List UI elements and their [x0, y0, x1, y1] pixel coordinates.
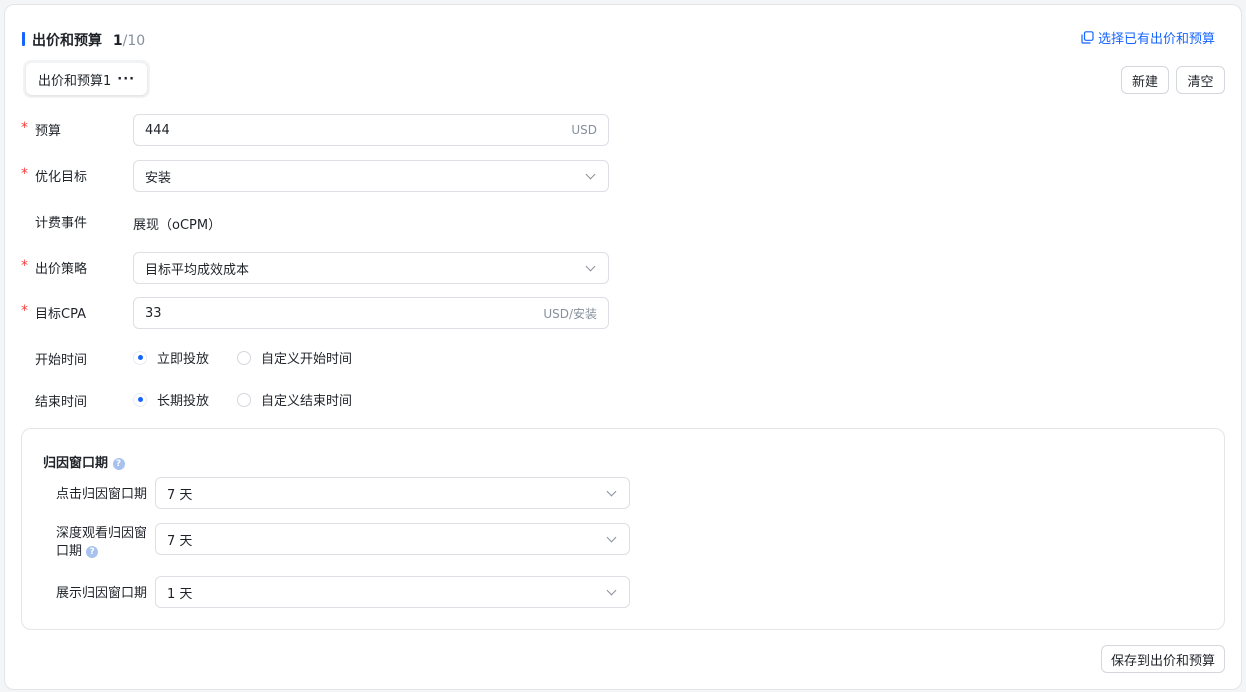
start-time-radio-group: 立即投放 自定义开始时间 [133, 348, 352, 367]
target-cpa-unit: USD/安装 [543, 306, 597, 321]
attribution-window-panel: 归因窗口期 ? 点击归因窗口期 7 天 深度观看归因窗 口期 ? 7 天 展示归… [21, 428, 1225, 630]
end-time-label: 结束时间 [35, 395, 88, 410]
chevron-down-icon [606, 585, 617, 595]
deep-view-label-line1: 深度观看归因窗 [56, 526, 148, 541]
required-mark: * [21, 303, 28, 319]
optimization-goal-label-text: 优化目标 [35, 170, 88, 185]
required-mark: * [21, 166, 28, 182]
click-attribution-value: 7 天 [167, 487, 193, 503]
chevron-down-icon [606, 486, 617, 496]
attribution-window-title-text: 归因窗口期 [43, 456, 109, 471]
impression-attribution-select[interactable]: 1 天 [155, 576, 630, 608]
radio-label: 长期投放 [157, 394, 210, 409]
chevron-down-icon [585, 169, 596, 179]
budget-label: * 预算 [21, 120, 62, 139]
clear-button[interactable]: 清空 [1176, 66, 1225, 94]
optimization-goal-value: 安装 [145, 170, 172, 186]
section-count: 1 [112, 33, 123, 49]
required-mark: * [21, 120, 28, 136]
start-time-label: 开始时间 [35, 353, 88, 368]
budget-label-text: 预算 [35, 124, 62, 139]
billing-event-value: 展现（oCPM） [133, 218, 222, 233]
radio-checked-icon [133, 392, 147, 407]
optimization-goal-label: * 优化目标 [21, 166, 88, 185]
more-icon[interactable]: ··· [117, 72, 135, 87]
long-term-radio[interactable]: 长期投放 [133, 390, 209, 409]
impression-attribution-label: 展示归因窗口期 [56, 586, 148, 601]
impression-attribution-value: 1 天 [167, 586, 193, 602]
deep-view-label-line2: 口期 [56, 544, 83, 559]
start-immediately-radio[interactable]: 立即投放 [133, 348, 209, 367]
target-cpa-label-text: 目标CPA [35, 307, 86, 322]
budget-value: 444 [145, 122, 170, 138]
end-time-radio-group: 长期投放 自定义结束时间 [133, 390, 352, 409]
budget-unit: USD [571, 123, 597, 137]
section-accent-bar [22, 32, 25, 46]
target-cpa-label: * 目标CPA [21, 303, 86, 322]
custom-start-time-radio[interactable]: 自定义开始时间 [237, 348, 352, 367]
section-title: 出价和预算 1/10 [32, 30, 145, 50]
new-button[interactable]: 新建 [1121, 66, 1169, 94]
target-cpa-input[interactable]: 33 USD/安装 [133, 297, 609, 329]
bid-budget-card: 出价和预算 1/10 选择已有出价和预算 出价和预算1 ··· 新建 清空 * 预… [4, 4, 1242, 690]
custom-end-time-radio[interactable]: 自定义结束时间 [237, 390, 352, 409]
help-icon[interactable]: ? [86, 545, 99, 558]
tab-bar: 出价和预算1 ··· [23, 60, 151, 98]
bid-strategy-select[interactable]: 目标平均成效成本 [133, 252, 609, 284]
bid-strategy-label: * 出价策略 [21, 258, 88, 277]
radio-unchecked-icon [237, 392, 252, 407]
bid-strategy-value: 目标平均成效成本 [145, 262, 250, 278]
tab-label: 出价和预算1 [38, 73, 112, 89]
budget-input[interactable]: 444 USD [133, 114, 609, 146]
select-existing-link[interactable]: 选择已有出价和预算 [1081, 28, 1215, 47]
chevron-down-icon [585, 261, 596, 271]
bid-strategy-label-text: 出价策略 [35, 262, 88, 277]
help-icon[interactable]: ? [112, 457, 125, 470]
section-total: /10 [122, 33, 146, 49]
select-existing-label: 选择已有出价和预算 [1097, 32, 1215, 47]
click-attribution-label: 点击归因窗口期 [56, 487, 148, 502]
required-mark: * [21, 258, 28, 274]
deep-view-attribution-select[interactable]: 7 天 [155, 523, 630, 555]
radio-label: 立即投放 [157, 352, 210, 367]
chevron-down-icon [606, 532, 617, 542]
tab-bid-budget-1[interactable]: 出价和预算1 ··· [26, 63, 148, 95]
radio-label: 自定义开始时间 [261, 352, 353, 367]
save-to-bid-budget-button[interactable]: 保存到出价和预算 [1101, 645, 1225, 673]
billing-event-label: 计费事件 [35, 216, 88, 231]
radio-checked-icon [133, 350, 147, 365]
optimization-goal-select[interactable]: 安装 [133, 160, 609, 192]
radio-label: 自定义结束时间 [261, 394, 353, 409]
target-cpa-value: 33 [145, 305, 162, 321]
section-title-text: 出价和预算 [32, 33, 102, 49]
copy-icon [1081, 31, 1094, 44]
click-attribution-select[interactable]: 7 天 [155, 477, 630, 509]
deep-view-attribution-value: 7 天 [167, 533, 193, 549]
radio-unchecked-icon [237, 350, 252, 365]
deep-view-attribution-label: 深度观看归因窗 口期 ? [56, 525, 147, 561]
attribution-window-title: 归因窗口期 ? [43, 452, 125, 471]
